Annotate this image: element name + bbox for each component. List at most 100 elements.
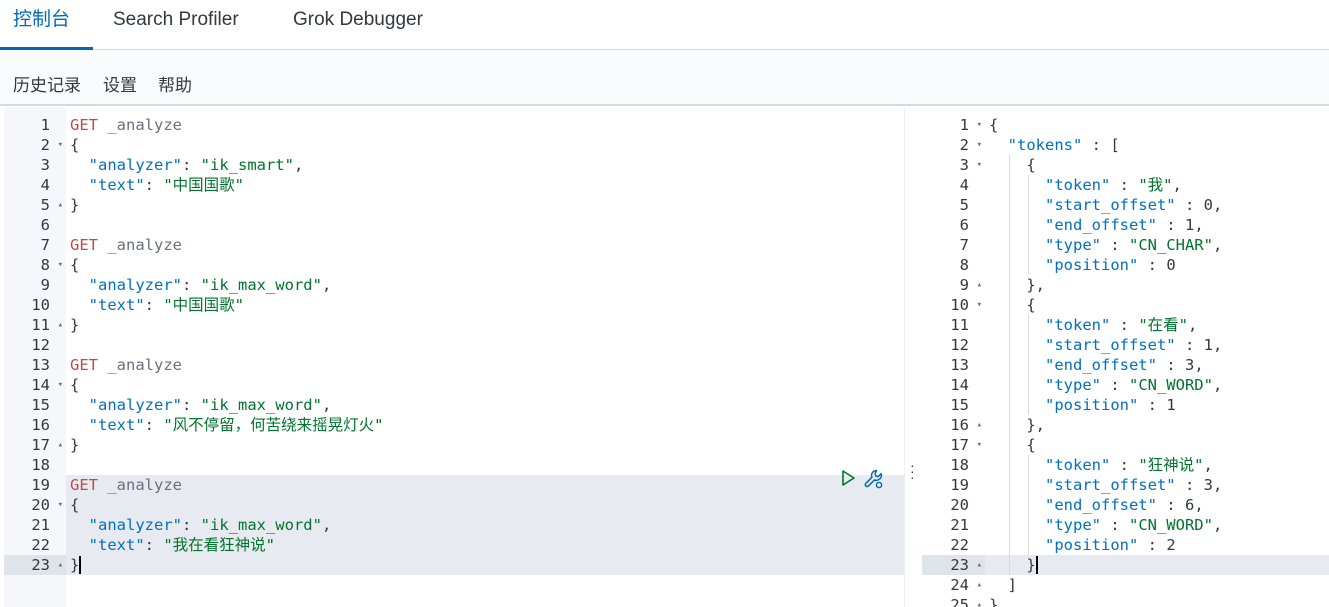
code-token: : bbox=[1156, 496, 1185, 514]
code-token: : bbox=[1156, 356, 1185, 374]
code-line: } bbox=[66, 435, 904, 455]
line-number-row: 6 bbox=[922, 215, 985, 235]
line-number: 15 bbox=[31, 396, 50, 414]
text-cursor bbox=[1036, 556, 1038, 574]
settings-link[interactable]: 设置 bbox=[103, 71, 137, 96]
line-number-row: 13 bbox=[4, 355, 66, 375]
code-line: } bbox=[985, 595, 1329, 607]
code-token: "CN_WORD" bbox=[1128, 516, 1213, 534]
fold-close-icon[interactable]: ▴ bbox=[977, 415, 982, 435]
fold-open-icon[interactable]: ▾ bbox=[977, 155, 982, 175]
line-number-row: 22 bbox=[4, 535, 66, 555]
code-line: "type" : "CN_CHAR", bbox=[985, 235, 1329, 255]
line-number: 14 bbox=[950, 376, 969, 394]
help-link[interactable]: 帮助 bbox=[158, 71, 192, 96]
fold-close-icon[interactable]: ▴ bbox=[58, 315, 63, 335]
code-token: { bbox=[70, 256, 80, 274]
code-line: }, bbox=[985, 275, 1329, 295]
fold-close-icon[interactable]: ▴ bbox=[977, 275, 982, 295]
code-token: "text" bbox=[70, 296, 145, 314]
code-line: "position" : 0 bbox=[985, 255, 1329, 275]
code-token: : bbox=[144, 536, 164, 554]
line-number-row: 1 ▾ bbox=[922, 115, 985, 135]
line-number-row: 6 bbox=[4, 215, 66, 235]
play-icon[interactable] bbox=[838, 468, 858, 488]
fold-open-icon[interactable]: ▾ bbox=[977, 115, 982, 135]
line-number: 7 bbox=[40, 236, 50, 254]
code-token: 2 bbox=[1166, 536, 1176, 554]
line-number: 9 bbox=[40, 276, 50, 294]
fold-close-icon[interactable]: ▴ bbox=[977, 555, 982, 575]
line-number: 11 bbox=[950, 316, 969, 334]
line-number-row: 5 bbox=[922, 195, 985, 215]
code-token: "在看" bbox=[1138, 316, 1188, 334]
code-line: "text": "我在看狂神说" bbox=[66, 535, 904, 555]
code-token: : bbox=[1138, 536, 1167, 554]
code-line: { bbox=[985, 155, 1329, 175]
code-line-text: { bbox=[989, 155, 1036, 175]
request-editor[interactable]: 1 2 ▾ 3 4 5 ▴ 6 7 8 ▾ 9 10 11 ▴ 12 13 14 ▾ 15 16 17 ▴ 18 19 20 ▾ 21… bbox=[4, 107, 904, 607]
code-line: { bbox=[985, 295, 1329, 315]
code-token: "type" bbox=[989, 236, 1101, 254]
tab-console[interactable]: 控制台 bbox=[13, 0, 70, 50]
code-line: { bbox=[66, 495, 904, 515]
response-editor[interactable]: 1 ▾ 2 ▾ 3 ▾ 4 5 6 7 8 9 ▴ 10 ▾ 11 12 13 14 15 16 ▴ 17 ▾ 18 19 20 21… bbox=[922, 107, 1329, 607]
code-token: : bbox=[1138, 256, 1167, 274]
code-token: { bbox=[989, 296, 1036, 314]
history-link[interactable]: 历史记录 bbox=[13, 71, 81, 96]
code-line: "type" : "CN_WORD", bbox=[985, 515, 1329, 535]
code-line-text: "text": "中国国歌" bbox=[70, 295, 244, 315]
code-line-text: ] bbox=[989, 575, 1017, 595]
code-line: "position" : 1 bbox=[985, 395, 1329, 415]
response-code-area[interactable]: { "tokens" : [ { "token" : "我", "start_o… bbox=[985, 107, 1329, 607]
code-line-text: "text": "中国国歌" bbox=[70, 175, 244, 195]
drag-handle-icon[interactable]: · · · bbox=[910, 458, 915, 484]
code-line-text: "end_offset" : 1, bbox=[989, 215, 1204, 235]
line-number: 17 bbox=[950, 436, 969, 454]
code-line-text: "start_offset" : 3, bbox=[989, 475, 1222, 495]
fold-open-icon[interactable]: ▾ bbox=[58, 135, 63, 155]
fold-close-icon[interactable]: ▴ bbox=[58, 555, 63, 575]
tab-search-profiler[interactable]: Search Profiler bbox=[113, 0, 239, 50]
code-line: "end_offset" : 6, bbox=[985, 495, 1329, 515]
code-token: } bbox=[70, 196, 80, 214]
code-token: , bbox=[1194, 216, 1204, 234]
fold-open-icon[interactable]: ▾ bbox=[58, 255, 63, 275]
code-token: _analyze bbox=[98, 476, 182, 494]
fold-close-icon[interactable]: ▴ bbox=[977, 575, 982, 595]
editor-resize-divider[interactable]: · · · bbox=[904, 107, 922, 607]
fold-close-icon[interactable]: ▴ bbox=[58, 435, 63, 455]
code-token: : bbox=[1110, 456, 1139, 474]
code-token: } bbox=[989, 556, 1036, 574]
code-token: { bbox=[989, 156, 1036, 174]
line-number-row: 7 bbox=[922, 235, 985, 255]
line-number: 24 bbox=[950, 576, 969, 594]
code-token: GET bbox=[70, 116, 98, 134]
fold-open-icon[interactable]: ▾ bbox=[58, 375, 63, 395]
code-token: _analyze bbox=[98, 236, 182, 254]
fold-open-icon[interactable]: ▾ bbox=[58, 495, 63, 515]
code-token: : bbox=[1175, 196, 1204, 214]
fold-close-icon[interactable]: ▴ bbox=[977, 595, 982, 607]
fold-close-icon[interactable]: ▴ bbox=[58, 195, 63, 215]
tab-grok-debugger[interactable]: Grok Debugger bbox=[293, 0, 423, 50]
fold-open-icon[interactable]: ▾ bbox=[977, 135, 982, 155]
code-line-text: } bbox=[989, 595, 998, 607]
line-number-row: 3 bbox=[4, 155, 66, 175]
line-number: 10 bbox=[950, 296, 969, 314]
code-line: "start_offset" : 3, bbox=[985, 475, 1329, 495]
fold-open-icon[interactable]: ▾ bbox=[977, 435, 982, 455]
wrench-icon[interactable] bbox=[863, 468, 883, 489]
fold-open-icon[interactable]: ▾ bbox=[977, 295, 982, 315]
code-line: } bbox=[66, 195, 904, 215]
line-number-row: 21 bbox=[922, 515, 985, 535]
line-number: 1 bbox=[959, 116, 969, 134]
code-token: , bbox=[1203, 456, 1213, 474]
request-code-area[interactable]: GET _analyze{ "analyzer": "ik_smart", "t… bbox=[66, 107, 904, 607]
line-number: 16 bbox=[31, 416, 50, 434]
line-number-row: 10 bbox=[4, 295, 66, 315]
code-line-text: "position" : 0 bbox=[989, 255, 1176, 275]
code-token: { bbox=[989, 116, 999, 134]
code-line-text: "token" : "在看", bbox=[989, 315, 1197, 335]
code-token: , bbox=[1188, 316, 1198, 334]
